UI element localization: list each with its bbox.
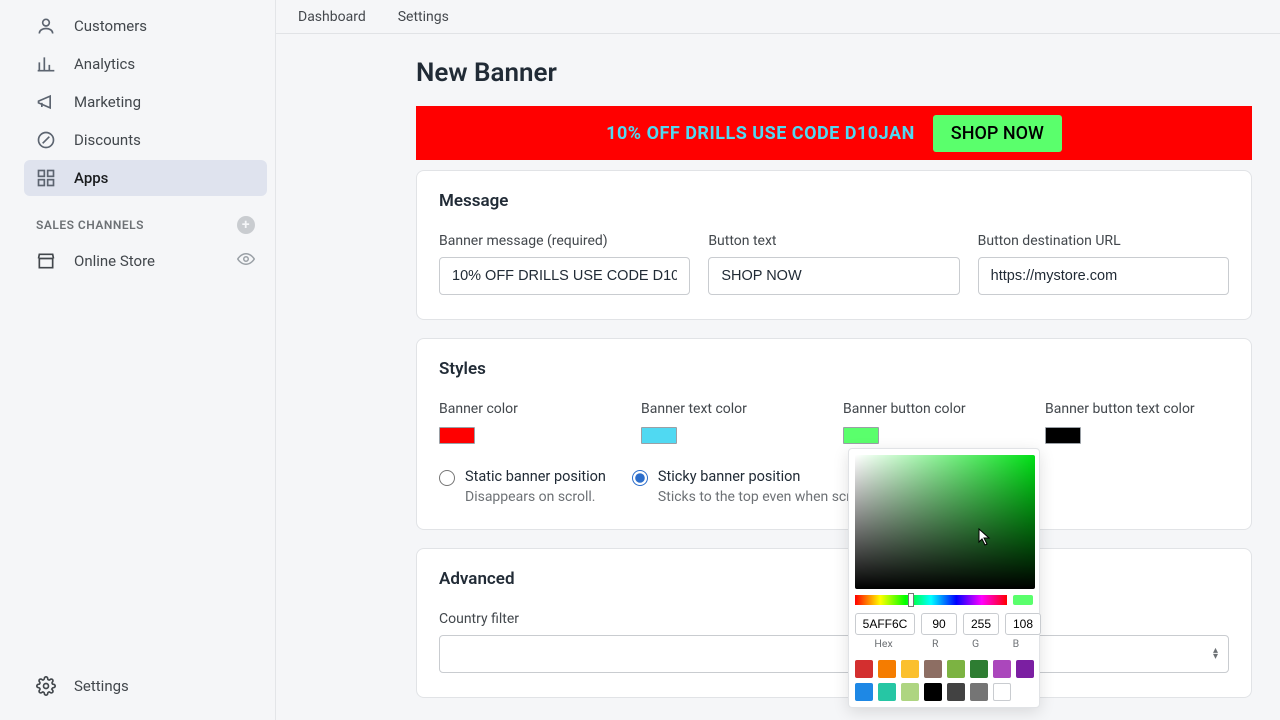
preset-swatch[interactable] xyxy=(1016,660,1034,678)
country-filter-label: Country filter xyxy=(439,611,1229,627)
button-url-label: Button destination URL xyxy=(978,233,1229,249)
chart-icon xyxy=(36,54,56,74)
tab-settings[interactable]: Settings xyxy=(398,9,449,25)
static-position-sub: Disappears on scroll. xyxy=(465,489,606,505)
color-preview-swatch xyxy=(1013,595,1033,605)
sidebar-item-label: Apps xyxy=(74,169,108,187)
button-text-color-label: Banner button text color xyxy=(1045,401,1229,417)
color-picker[interactable]: Hex R G B xyxy=(848,448,1040,708)
styles-card-title: Styles xyxy=(439,359,1229,379)
country-filter-select[interactable]: ▴▾ xyxy=(439,635,1229,673)
preset-swatch[interactable] xyxy=(993,683,1011,701)
sidebar-item-marketing[interactable]: Marketing xyxy=(24,84,267,120)
chevron-updown-icon: ▴▾ xyxy=(1213,648,1218,660)
static-position-input[interactable] xyxy=(439,470,455,486)
sales-channels-label: SALES CHANNELS xyxy=(36,218,144,232)
hue-thumb[interactable] xyxy=(908,593,914,607)
banner-color-label: Banner color xyxy=(439,401,623,417)
discount-icon xyxy=(36,130,56,150)
advanced-card-title: Advanced xyxy=(439,569,1229,589)
cursor-icon xyxy=(978,528,992,546)
static-position-radio[interactable]: Static banner position Disappears on scr… xyxy=(439,468,606,505)
sticky-position-input[interactable] xyxy=(632,470,648,486)
preset-swatch[interactable] xyxy=(901,660,919,678)
tab-dashboard[interactable]: Dashboard xyxy=(298,9,366,25)
store-icon xyxy=(36,251,56,271)
hue-slider[interactable] xyxy=(855,595,1007,605)
preset-swatch[interactable] xyxy=(970,683,988,701)
preset-swatch[interactable] xyxy=(855,660,873,678)
apps-icon xyxy=(36,168,56,188)
banner-color-swatch[interactable] xyxy=(439,427,475,444)
message-card: Message Banner message (required) Button… xyxy=(416,170,1252,320)
b-input[interactable] xyxy=(1005,613,1041,635)
color-picker-gradient[interactable] xyxy=(855,455,1035,589)
add-sales-channel-button[interactable]: + xyxy=(237,216,255,234)
hex-label: Hex xyxy=(855,637,912,650)
text-color-swatch[interactable] xyxy=(641,427,677,444)
sidebar-item-analytics[interactable]: Analytics xyxy=(24,46,267,82)
button-text-input[interactable] xyxy=(708,257,959,295)
banner-preview-button[interactable]: SHOP NOW xyxy=(933,115,1062,152)
advanced-card: Advanced Country filter ▴▾ xyxy=(416,548,1252,698)
preset-colors xyxy=(855,660,1033,701)
button-color-label: Banner button color xyxy=(843,401,1027,417)
g-label: G xyxy=(958,637,992,650)
sidebar-item-discounts[interactable]: Discounts xyxy=(24,122,267,158)
preset-swatch[interactable] xyxy=(947,660,965,678)
sidebar-item-apps[interactable]: Apps xyxy=(24,160,267,196)
button-text-color-swatch[interactable] xyxy=(1045,427,1081,444)
button-url-input[interactable] xyxy=(978,257,1229,295)
preset-swatch[interactable] xyxy=(878,660,896,678)
button-text-label: Button text xyxy=(708,233,959,249)
user-icon xyxy=(36,16,56,36)
preset-swatch[interactable] xyxy=(901,683,919,701)
styles-card: Styles Banner color Banner text color Ba… xyxy=(416,338,1252,530)
preset-swatch[interactable] xyxy=(993,660,1011,678)
button-color-swatch[interactable] xyxy=(843,427,879,444)
view-store-icon[interactable] xyxy=(237,250,255,272)
online-store-label: Online Store xyxy=(74,252,155,270)
sidebar-online-store[interactable]: Online Store xyxy=(24,242,267,280)
sidebar-item-label: Customers xyxy=(74,17,147,35)
preset-swatch[interactable] xyxy=(855,683,873,701)
sidebar-item-customers[interactable]: Customers xyxy=(24,8,267,44)
r-label: R xyxy=(918,637,952,650)
b-label: B xyxy=(999,637,1033,650)
banner-preview: 10% OFF DRILLS USE CODE D10JAN SHOP NOW xyxy=(416,106,1252,160)
sidebar-item-label: Discounts xyxy=(74,131,141,149)
gear-icon xyxy=(36,676,56,696)
preset-swatch[interactable] xyxy=(924,683,942,701)
static-position-title: Static banner position xyxy=(465,468,606,485)
sidebar-item-label: Analytics xyxy=(74,55,135,73)
hex-input[interactable] xyxy=(855,613,915,635)
text-color-label: Banner text color xyxy=(641,401,825,417)
page-title: New Banner xyxy=(416,58,1252,88)
preset-swatch[interactable] xyxy=(947,683,965,701)
sidebar-item-label: Marketing xyxy=(74,93,141,111)
g-input[interactable] xyxy=(963,613,999,635)
banner-message-input[interactable] xyxy=(439,257,690,295)
banner-message-label: Banner message (required) xyxy=(439,233,690,249)
sidebar-settings[interactable]: Settings xyxy=(24,658,267,720)
message-card-title: Message xyxy=(439,191,1229,211)
settings-label: Settings xyxy=(74,677,129,695)
r-input[interactable] xyxy=(921,613,957,635)
preset-swatch[interactable] xyxy=(970,660,988,678)
megaphone-icon xyxy=(36,92,56,112)
preset-swatch[interactable] xyxy=(924,660,942,678)
banner-preview-message: 10% OFF DRILLS USE CODE D10JAN xyxy=(606,123,915,144)
preset-swatch[interactable] xyxy=(878,683,896,701)
